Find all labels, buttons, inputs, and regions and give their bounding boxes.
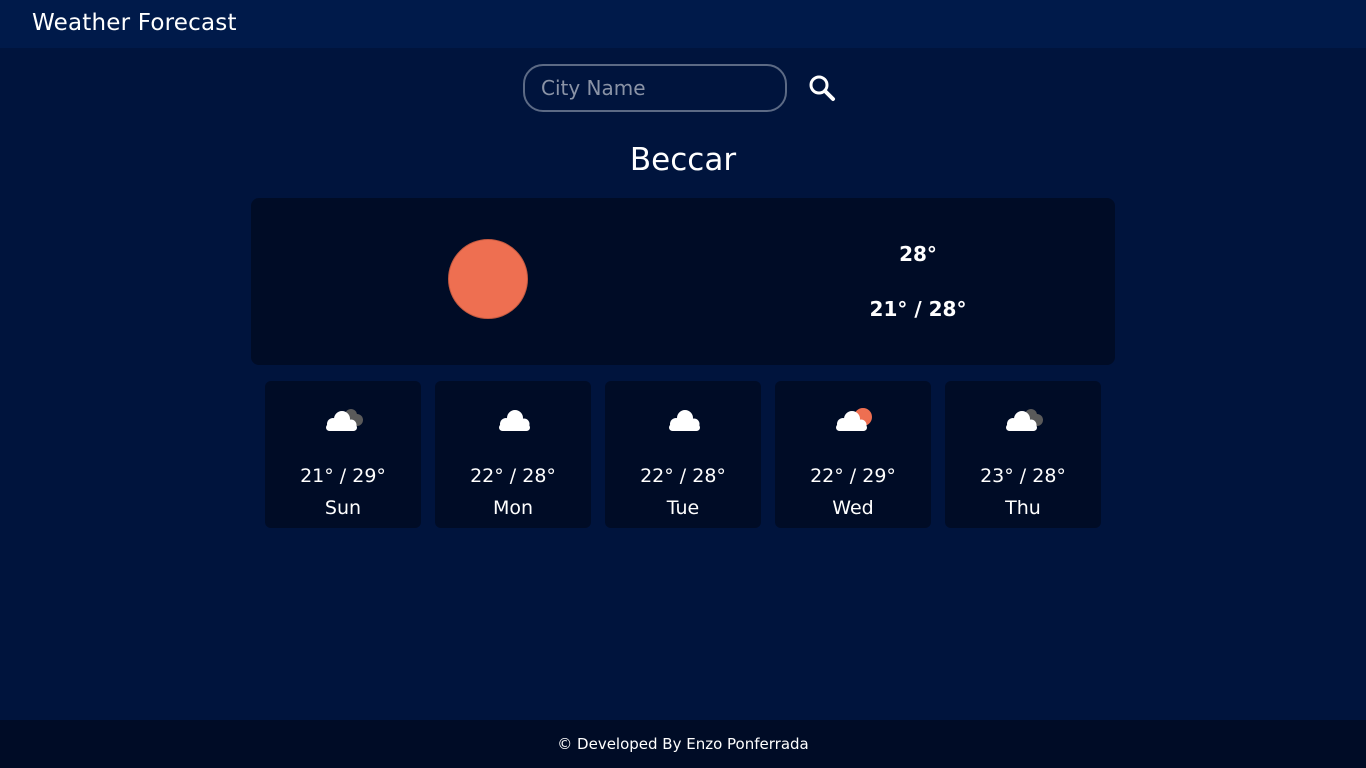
forecast-card-thu: 23° / 28° Thu: [945, 381, 1101, 528]
forecast-day: Sun: [324, 497, 362, 519]
forecast-card-tue: 22° / 28° Tue: [605, 381, 761, 528]
forecast-range: 21° / 29°: [300, 465, 386, 487]
search-input[interactable]: [525, 66, 785, 110]
overcast-cloud-icon: [1006, 409, 1043, 431]
search-button[interactable]: [806, 72, 838, 104]
footer: © Developed By Enzo Ponferrada: [0, 720, 1366, 768]
forecast-day: Wed: [832, 497, 874, 519]
cloud-icon: [499, 410, 530, 431]
forecast-range: 22° / 28°: [640, 465, 726, 487]
forecast-card-wed: 22° / 29° Wed: [775, 381, 931, 528]
partly-sunny-icon: [836, 408, 872, 431]
current-temperature: 28°: [899, 242, 937, 266]
search-icon: [809, 75, 835, 101]
forecast-day: Mon: [492, 497, 534, 519]
forecast-range: 22° / 28°: [470, 465, 556, 487]
current-weather-card: [251, 198, 1115, 365]
app-title: Weather Forecast: [32, 10, 237, 36]
footer-credit: © Developed By Enzo Ponferrada: [557, 735, 809, 753]
forecast-range: 23° / 28°: [980, 465, 1066, 487]
forecast-card-sun: 21° / 29° Sun: [265, 381, 421, 528]
sun-icon: [448, 239, 528, 319]
city-name: Beccar: [629, 142, 737, 178]
current-temperature-range: 21° / 28°: [869, 297, 967, 321]
forecast-range: 22° / 29°: [810, 465, 896, 487]
top-bar: Weather Forecast: [0, 0, 1366, 48]
overcast-cloud-icon: [326, 409, 363, 431]
forecast-day: Tue: [666, 497, 700, 519]
forecast-card-mon: 22° / 28° Mon: [435, 381, 591, 528]
cloud-icon: [669, 410, 700, 431]
search-field[interactable]: [523, 64, 787, 112]
forecast-day: Thu: [1005, 497, 1041, 519]
